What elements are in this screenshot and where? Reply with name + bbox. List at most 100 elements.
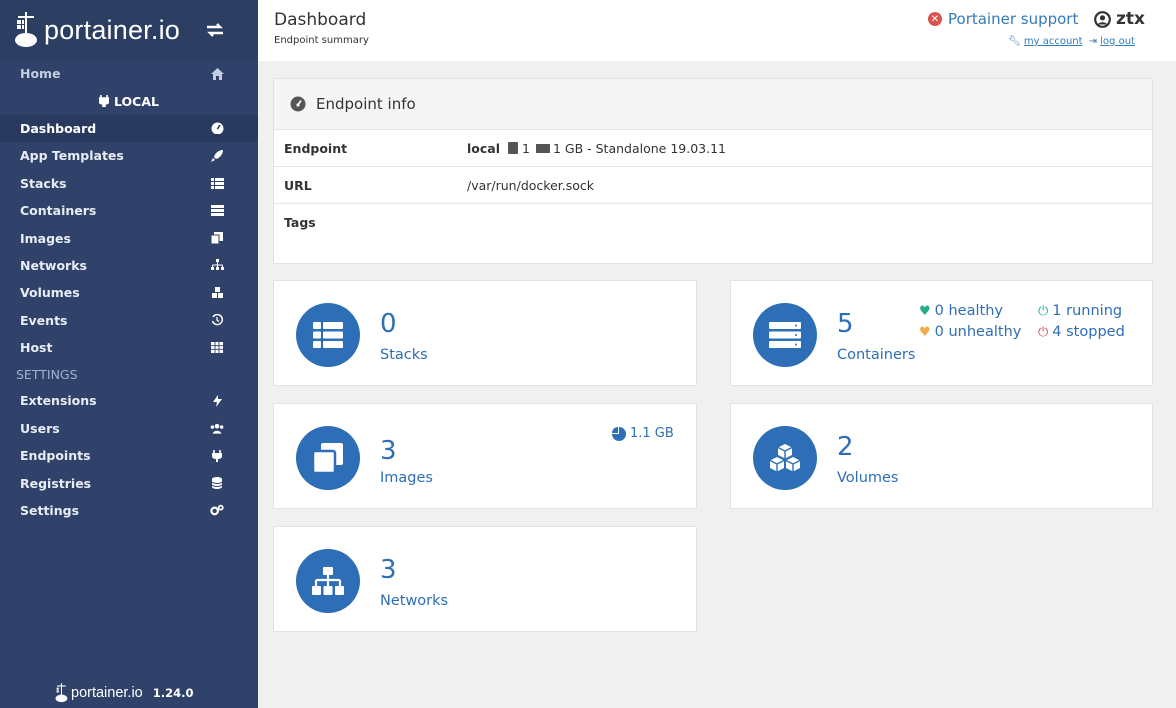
clone-icon <box>313 443 343 473</box>
unhealthy-count: 0 unhealthy <box>934 324 1022 340</box>
sidebar-item-settings[interactable]: Settings <box>0 497 258 524</box>
portainer-logo-icon <box>15 12 37 47</box>
sidebar-item-stacks[interactable]: Stacks <box>0 170 258 197</box>
containers-label: Containers <box>837 347 916 363</box>
sidebar-item-endpoints[interactable]: Endpoints <box>0 442 258 469</box>
my-account-link[interactable]: 🔧︎ my account <box>1008 36 1083 47</box>
portainer-support-link[interactable]: ✕ Portainer support <box>928 10 1078 28</box>
running-status[interactable]: ⏻ 1 running <box>1038 303 1122 319</box>
heartbeat-icon: ♥ <box>919 324 931 340</box>
heartbeat-icon: ♥ <box>919 303 931 319</box>
images-size-label: 1.1 GB <box>630 426 674 441</box>
database-icon <box>210 476 224 489</box>
sidebar-item-networks[interactable]: Networks <box>0 252 258 279</box>
unhealthy-status[interactable]: ♥ 0 unhealthy <box>919 324 1021 340</box>
user-circle-icon <box>1094 10 1111 28</box>
sidebar-item-label: Home <box>20 66 61 82</box>
sidebar-item-label: Stacks <box>20 175 67 191</box>
account-links: 🔧︎ my account ⇥ log out <box>1008 36 1135 47</box>
bolt-icon <box>210 394 224 407</box>
th-list-icon <box>313 322 343 348</box>
endpoint-name: LOCAL <box>114 93 159 109</box>
volumes-label: Volumes <box>837 470 899 486</box>
sign-out-icon: ⇥ <box>1088 36 1097 47</box>
sidebar-item-label: Volumes <box>20 285 80 301</box>
times-circle-icon: ✕ <box>928 12 942 26</box>
sidebar-item-label: Events <box>20 312 68 328</box>
my-account-label[interactable]: my account <box>1024 36 1083 47</box>
history-icon <box>210 314 224 327</box>
containers-tile[interactable]: 5 Containers ♥ 0 healthy ♥ 0 unhealthy ⏻… <box>730 280 1153 386</box>
sidebar-item-dashboard[interactable]: Dashboard <box>0 114 258 143</box>
networks-tile[interactable]: 3 Networks <box>273 526 697 632</box>
plug-icon <box>99 95 110 108</box>
home-icon <box>210 67 224 80</box>
networks-icon-circle <box>296 549 360 613</box>
stacks-count: 0 <box>380 309 397 339</box>
plug-icon <box>210 449 224 462</box>
page-subtitle: Endpoint summary <box>274 35 369 46</box>
sidebar-item-events[interactable]: Events <box>0 307 258 334</box>
sidebar-item-label: Dashboard <box>20 120 97 136</box>
cpu-count: 1 <box>522 140 530 156</box>
page-title: Dashboard <box>274 10 367 30</box>
volumes-icon-circle <box>753 426 817 490</box>
sidebar-item-label: Networks <box>20 257 87 273</box>
volumes-tile[interactable]: 2 Volumes <box>730 403 1153 509</box>
sidebar-item-volumes[interactable]: Volumes <box>0 279 258 306</box>
sidebar-item-label: Settings <box>20 503 80 519</box>
sidebar-item-users[interactable]: Users <box>0 415 258 442</box>
sidebar-item-extensions[interactable]: Extensions <box>0 387 258 414</box>
healthy-status[interactable]: ♥ 0 healthy <box>919 303 1003 319</box>
stopped-status[interactable]: ⏻ 4 stopped <box>1038 324 1125 340</box>
sidebar-item-containers[interactable]: Containers <box>0 197 258 224</box>
footer-brand: portainer.io <box>71 685 143 701</box>
sidebar-settings-nav: Extensions Users Endpoints Registries Se… <box>0 387 258 524</box>
user-info: ztx <box>1094 9 1145 29</box>
brand-header: portainer.io <box>0 0 258 60</box>
images-icon-circle <box>296 426 360 490</box>
sidebar-item-registries[interactable]: Registries <box>0 469 258 496</box>
sidebar-endpoint-local: LOCAL <box>0 87 258 114</box>
memory-icon <box>535 143 550 153</box>
endpoint-name: local <box>467 140 501 156</box>
volumes-count: 2 <box>837 432 854 462</box>
power-off-icon: ⏻ <box>1038 303 1049 319</box>
cubes-icon <box>210 286 224 299</box>
sidebar-item-label: Images <box>20 230 71 246</box>
th-list-icon <box>210 177 224 190</box>
sidebar-item-images[interactable]: Images <box>0 224 258 251</box>
images-tile[interactable]: 3 Images 1.1 GB <box>273 403 697 509</box>
stacks-label: Stacks <box>380 347 428 363</box>
portainer-logo[interactable]: portainer.io <box>14 12 180 48</box>
sidebar-item-host[interactable]: Host <box>0 334 258 361</box>
sidebar-item-label: App Templates <box>20 148 124 164</box>
rocket-icon <box>210 149 224 162</box>
endpoint-value: local 1 1 GB - Standalone 19.03.11 <box>467 141 726 156</box>
sidebar-footer: portainer.io 1.24.0 <box>55 682 194 704</box>
clone-icon <box>210 231 224 244</box>
tachometer-icon <box>290 96 306 112</box>
log-out-label[interactable]: log out <box>1100 36 1135 47</box>
tags-label: Tags <box>284 215 316 230</box>
log-out-link[interactable]: ⇥ log out <box>1089 36 1135 47</box>
sidebar-item-app-templates[interactable]: App Templates <box>0 142 258 169</box>
stacks-tile[interactable]: 0 Stacks <box>273 280 697 386</box>
healthy-count: 0 healthy <box>934 303 1003 319</box>
power-off-icon: ⏻ <box>1038 324 1049 340</box>
images-label: Images <box>380 470 433 486</box>
sidebar-item-label: Endpoints <box>20 448 91 464</box>
sidebar-item-home[interactable]: Home <box>0 60 258 87</box>
stacks-icon-circle <box>296 303 360 367</box>
wrench-icon: 🔧︎ <box>1008 36 1021 47</box>
username: ztx <box>1116 9 1145 29</box>
page-header: Dashboard Endpoint summary ✕ Portainer s… <box>258 0 1176 61</box>
images-size: 1.1 GB <box>612 426 674 441</box>
exchange-icon[interactable] <box>205 22 225 38</box>
users-icon <box>210 422 224 435</box>
endpoint-info-title: Endpoint info <box>316 95 416 113</box>
sidebar-item-label: Extensions <box>20 393 97 409</box>
sidebar-nav: Home LOCAL Dashboard App Templates Stack… <box>0 60 258 361</box>
pie-chart-icon <box>612 426 626 441</box>
sidebar-section-settings: SETTINGS <box>16 366 78 382</box>
